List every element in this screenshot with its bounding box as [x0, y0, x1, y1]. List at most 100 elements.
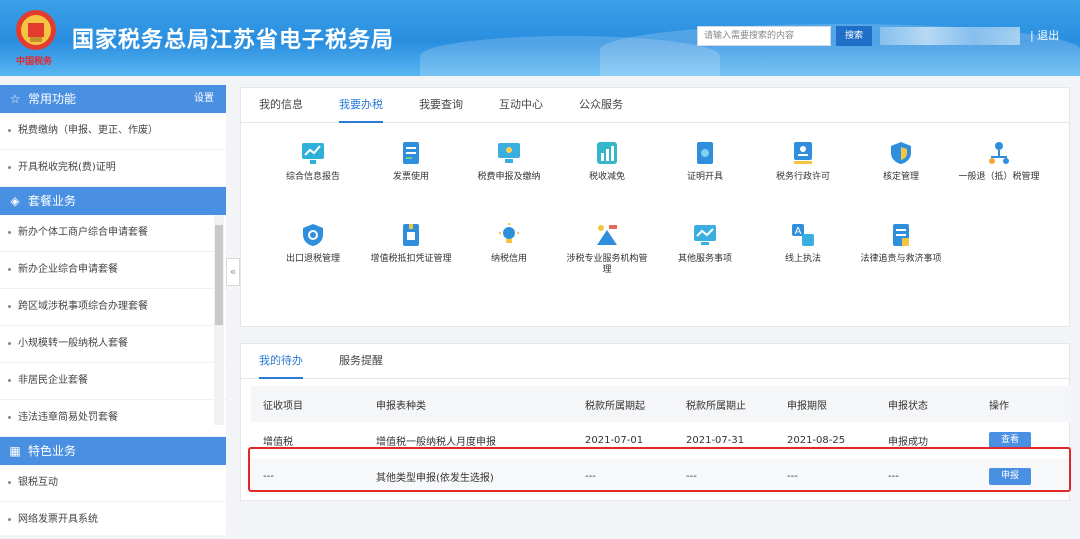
- collapse-sidebar-button[interactable]: «: [226, 258, 240, 286]
- tile-label: 线上执法: [784, 254, 821, 264]
- bullet-icon: [8, 230, 11, 234]
- tile-label: 税费申报及缴纳: [477, 172, 541, 182]
- tax-emblem-icon: [16, 10, 56, 50]
- sidebar-item-label: 新办企业综合申请套餐: [18, 264, 118, 275]
- svg-text:A: A: [795, 226, 802, 237]
- sidebar-item-label: 开具税收完税(费)证明: [18, 162, 116, 173]
- tile-tax-relief[interactable]: 税收减免: [565, 140, 649, 183]
- invoice-icon: [403, 142, 419, 164]
- tab-interaction[interactable]: 互动中心: [499, 88, 543, 121]
- tab-public-service[interactable]: 公众服务: [579, 88, 623, 121]
- sidebar-section-special[interactable]: ▦ 特色业务: [0, 437, 226, 465]
- document-icon: [403, 224, 419, 246]
- tile-label: 综合信息报告: [285, 172, 340, 182]
- sidebar-item-label: 新办个体工商户综合申请套餐: [18, 227, 148, 238]
- tile-online-enforcement[interactable]: A 线上执法: [761, 222, 845, 265]
- tile-label: 证明开具: [686, 172, 723, 182]
- tile-label: 发票使用: [392, 172, 429, 182]
- sidebar-scrollbar[interactable]: [214, 215, 224, 425]
- tile-label: 一般退（抵）税管理: [958, 172, 1040, 182]
- monitor-icon: [498, 143, 520, 163]
- bullet-icon: [8, 128, 11, 132]
- bullet-icon: [8, 165, 11, 169]
- tile-certificate[interactable]: 证明开具: [663, 140, 747, 183]
- sidebar-item-label: 跨区域涉税事项综合办理套餐: [18, 301, 148, 312]
- sidebar-section-title: 套餐业务: [28, 194, 77, 208]
- tile-verification[interactable]: 核定管理: [859, 140, 943, 183]
- search-input[interactable]: 请输入需要搜索的内容: [697, 26, 831, 46]
- tile-refund[interactable]: 一般退（抵）税管理: [957, 140, 1041, 183]
- sidebar-item[interactable]: 银税互动: [0, 465, 226, 502]
- star-icon: ☆: [9, 92, 21, 106]
- tile-label: 其他服务事项: [677, 254, 732, 264]
- network-icon: [989, 142, 1009, 164]
- sidebar-item-label: 网络发票开具系统: [18, 514, 98, 525]
- scrollbar-thumb[interactable]: [215, 225, 223, 325]
- tile-credit[interactable]: 纳税信用: [467, 222, 551, 265]
- tile-agency-mgmt[interactable]: 涉税专业服务机构管理: [565, 222, 649, 276]
- tab-my-info[interactable]: 我的信息: [259, 88, 303, 121]
- column-header: 税款所属期起: [573, 386, 674, 422]
- sidebar-item[interactable]: 非居民企业套餐: [0, 363, 226, 400]
- sidebar-item[interactable]: 跨区域涉税事项综合办理套餐: [0, 289, 226, 326]
- column-header: 操作: [977, 386, 1071, 422]
- translate-icon: A: [792, 224, 814, 246]
- tile-other-services[interactable]: 其他服务事项: [663, 222, 747, 265]
- sidebar-section-common[interactable]: ☆ 常用功能 设置: [0, 85, 226, 113]
- logout-link[interactable]: | 退出: [1030, 27, 1059, 45]
- sidebar-item[interactable]: 新办个体工商户综合申请套餐: [0, 215, 226, 252]
- sidebar-item[interactable]: 违法违章简易处罚套餐: [0, 400, 226, 437]
- tile-label: 税务行政许可: [775, 172, 830, 182]
- tile-label: 增值税抵扣凭证管理: [370, 254, 452, 264]
- sidebar-item[interactable]: 网络发票开具系统: [0, 502, 226, 539]
- layers-icon: ◈: [10, 194, 20, 208]
- settings-link[interactable]: 设置: [194, 85, 214, 113]
- tile-admin-license[interactable]: 税务行政许可: [761, 140, 845, 183]
- view-button[interactable]: 查看: [989, 431, 1031, 449]
- sidebar-item-label: 违法违章简易处罚套餐: [18, 412, 118, 423]
- column-header: 征收项目: [251, 386, 364, 422]
- tile-label: 纳税信用: [490, 254, 527, 264]
- bullet-icon: [8, 378, 11, 382]
- bulb-icon: [499, 223, 519, 243]
- tab-my-todo[interactable]: 我的待办: [259, 344, 303, 379]
- tab-query[interactable]: 我要查询: [419, 88, 463, 121]
- tile-export-refund[interactable]: 出口退税管理: [271, 222, 355, 265]
- tile-label: 涉税专业服务机构管理: [566, 254, 648, 275]
- tile-declare-pay[interactable]: 税费申报及缴纳: [467, 140, 551, 183]
- sidebar-item-label: 税费缴纳（申报、更正、作废）: [18, 125, 158, 136]
- bullet-icon: [8, 480, 11, 484]
- bullet-icon: [8, 304, 11, 308]
- services-panel: 我的信息 我要办税 我要查询 互动中心 公众服务 综合信息报告 发票使用 税费申…: [240, 87, 1070, 327]
- tile-label: 核定管理: [882, 172, 919, 182]
- header-banner: 中国税务 国家税务总局江苏省电子税务局 请输入需要搜索的内容 搜索 | 退出: [0, 0, 1080, 76]
- site-title: 国家税务总局江苏省电子税务局: [72, 28, 395, 53]
- tile-legal-remedy[interactable]: 法律追责与救济事项: [859, 222, 943, 265]
- tile-label: 法律追责与救济事项: [860, 254, 942, 264]
- trend-monitor-icon: [694, 225, 716, 245]
- sidebar-item-label: 银税互动: [18, 477, 58, 488]
- bullet-icon: [8, 415, 11, 419]
- tab-service-reminder[interactable]: 服务提醒: [339, 344, 383, 377]
- sidebar-section-package[interactable]: ◈ 套餐业务: [0, 187, 226, 215]
- user-info-blurred: [880, 27, 1020, 45]
- file-list-icon: [893, 224, 909, 246]
- sidebar-item[interactable]: 税费缴纳（申报、更正、作废）: [0, 113, 226, 150]
- sidebar-item[interactable]: 小规模转一般纳税人套餐: [0, 326, 226, 363]
- tile-invoice[interactable]: 发票使用: [369, 140, 453, 183]
- emblem-caption: 中国税务: [16, 57, 53, 67]
- license-icon: [794, 142, 812, 164]
- sidebar-item[interactable]: 新办企业综合申请套餐: [0, 252, 226, 289]
- certificate-icon: [697, 142, 713, 164]
- tab-tax-handling[interactable]: 我要办税: [339, 88, 383, 123]
- tile-report[interactable]: 综合信息报告: [271, 140, 355, 183]
- bar-chart-icon: [597, 142, 617, 164]
- search-button[interactable]: 搜索: [836, 26, 872, 46]
- bullet-icon: [8, 267, 11, 271]
- tile-label: 出口退税管理: [285, 254, 340, 264]
- sidebar-item[interactable]: 开具税收完税(费)证明: [0, 150, 226, 187]
- sidebar-item-label: 小规模转一般纳税人套餐: [18, 338, 128, 349]
- sidebar-section-title: 特色业务: [28, 444, 77, 458]
- tile-vat-deduction[interactable]: 增值税抵扣凭证管理: [369, 222, 453, 265]
- shield-check-icon: [303, 224, 323, 246]
